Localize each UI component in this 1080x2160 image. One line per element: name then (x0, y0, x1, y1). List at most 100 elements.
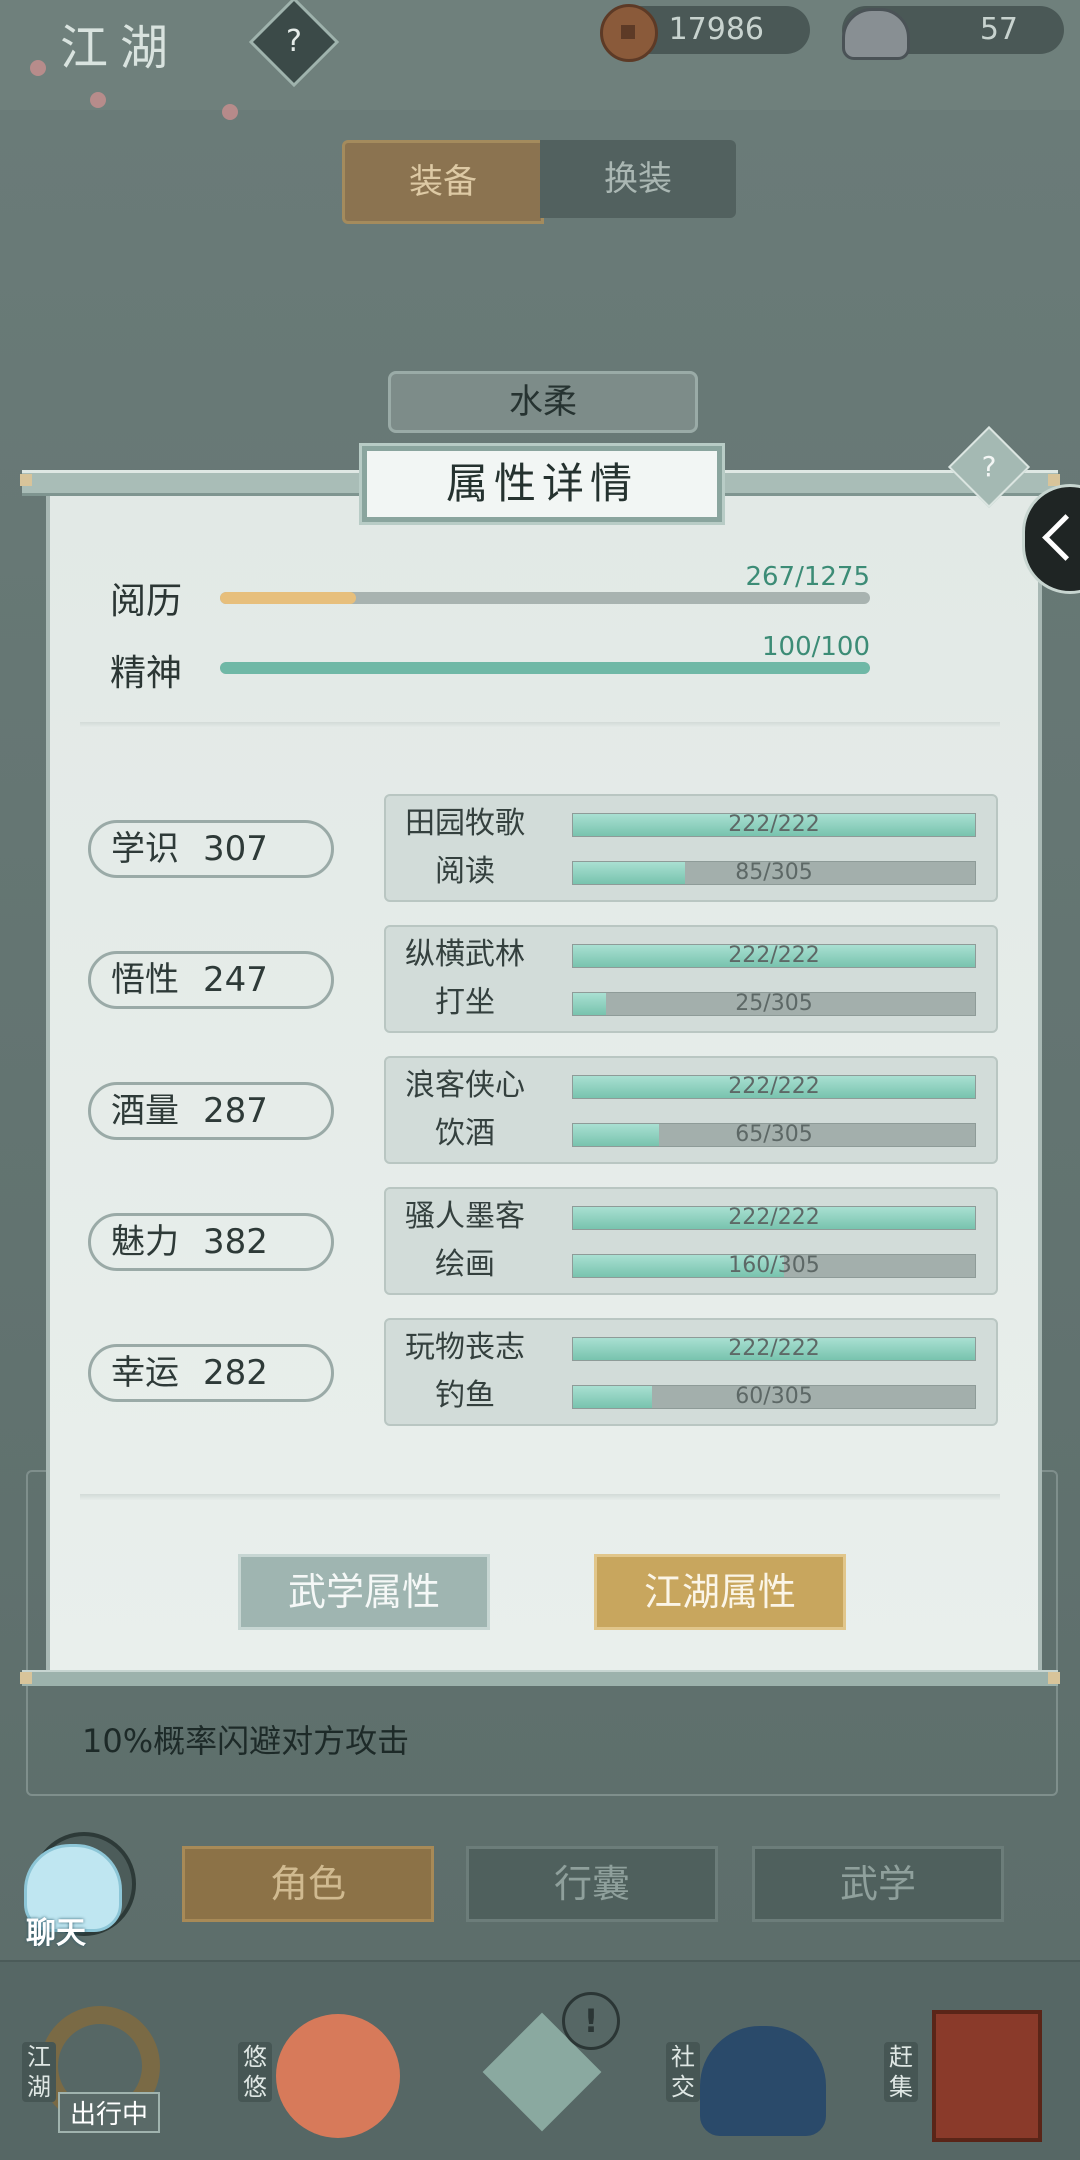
stat-value: 287 (203, 1091, 268, 1131)
skill-name: 浪客侠心 (405, 1068, 525, 1103)
rod-end (1048, 1672, 1060, 1684)
skill-row: 阅读 85/305 (386, 848, 996, 896)
stat-value: 247 (203, 960, 268, 1000)
stat-pill[interactable]: 悟性 247 (88, 951, 334, 1009)
skill-box: 骚人墨客 222/222 绘画 160/305 (384, 1187, 998, 1295)
copper-coin-icon (600, 4, 658, 62)
skill-row: 田园牧歌 222/222 (386, 800, 996, 848)
skill-row: 骚人墨客 222/222 (386, 1193, 996, 1241)
skill-value: 222/222 (728, 1336, 820, 1361)
nav-kungfu-button[interactable]: 武学 (752, 1846, 1004, 1922)
silver-currency[interactable]: 57 (842, 6, 1064, 60)
skill-name: 玩物丧志 (405, 1330, 525, 1365)
skill-value: 222/222 (728, 943, 820, 968)
divider (80, 722, 1000, 728)
skill-box: 田园牧歌 222/222 阅读 85/305 (384, 794, 998, 902)
chevron-left-icon (1042, 514, 1080, 561)
stat-pill[interactable]: 酒量 287 (88, 1082, 334, 1140)
skill-name: 骚人墨客 (405, 1199, 525, 1234)
skill-row: 浪客侠心 222/222 (386, 1062, 996, 1110)
copper-currency[interactable]: 17986 (600, 4, 810, 62)
skill-row: 玩物丧志 222/222 (386, 1324, 996, 1372)
blossom-icon (222, 104, 238, 120)
skill-description: 10%概率闪避对方攻击 (82, 1722, 410, 1760)
skill-bar: 85/305 (572, 861, 976, 885)
skill-name: 打坐 (435, 985, 495, 1020)
stat-name: 学识 (111, 829, 179, 869)
experience-value: 267/1275 (745, 562, 870, 592)
market-dock-icon[interactable] (932, 2010, 1042, 2142)
experience-label: 阅历 (110, 581, 183, 622)
skill-value: 60/305 (735, 1384, 813, 1409)
skill-bar: 222/222 (572, 1206, 976, 1230)
dock-label-market: 赶集 (884, 2042, 918, 2102)
jianghu-attributes-button[interactable]: 江湖属性 (594, 1554, 846, 1630)
skill-value: 160/305 (728, 1253, 820, 1278)
spirit-bar (220, 662, 870, 674)
skill-row: 纵横武林 222/222 (386, 931, 996, 979)
nav-role-button[interactable]: 角色 (182, 1846, 434, 1922)
spirit-value: 100/100 (761, 632, 870, 662)
experience-bar-fill (220, 592, 356, 604)
skill-value: 222/222 (728, 812, 820, 837)
skill-bar: 222/222 (572, 813, 976, 837)
character-name: 水柔 (388, 371, 698, 433)
youyou-dock-icon[interactable] (276, 2014, 400, 2138)
skill-name: 饮酒 (435, 1116, 495, 1151)
scroll-rod-bottom (22, 1670, 1058, 1686)
alert-icon: ! (562, 1992, 620, 2050)
experience-bar (220, 592, 870, 604)
question-icon: ? (981, 450, 997, 483)
stat-name: 魅力 (111, 1222, 179, 1262)
panel-title: 属性详情 (359, 443, 725, 525)
spirit-label: 精神 (110, 653, 183, 694)
skill-row: 打坐 25/305 (386, 979, 996, 1027)
stat-value: 282 (203, 1353, 268, 1393)
tab-change-outfit[interactable]: 换装 (540, 140, 736, 218)
skill-row: 钓鱼 60/305 (386, 1372, 996, 1420)
rod-end (1048, 474, 1060, 486)
skill-box: 玩物丧志 222/222 钓鱼 60/305 (384, 1318, 998, 1426)
social-dock-icon[interactable] (700, 2026, 826, 2136)
stat-value: 307 (203, 829, 268, 869)
skill-value: 65/305 (735, 1122, 813, 1147)
spirit-bar-fill (220, 662, 870, 674)
stat-pill[interactable]: 魅力 382 (88, 1213, 334, 1271)
skill-bar: 25/305 (572, 992, 976, 1016)
dock-label-social: 社交 (666, 2042, 700, 2102)
blossom-icon (30, 60, 46, 76)
skill-bar: 222/222 (572, 1075, 976, 1099)
skill-name: 绘画 (435, 1247, 495, 1282)
nav-bag-button[interactable]: 行囊 (466, 1846, 718, 1922)
tab-equip[interactable]: 装备 (342, 140, 544, 224)
rod-end (20, 474, 32, 486)
chat-button-label[interactable]: 聊天 (26, 1908, 86, 1952)
dock-label-youyou: 悠悠 (238, 2042, 272, 2102)
rod-end (20, 1672, 32, 1684)
copper-amount: 17986 (668, 12, 764, 47)
stat-value: 382 (203, 1222, 268, 1262)
skill-name: 田园牧歌 (405, 806, 525, 841)
skill-bar: 60/305 (572, 1385, 976, 1409)
skill-name: 阅读 (435, 854, 495, 889)
stat-name: 悟性 (111, 960, 179, 1000)
page-title: 江湖 (60, 20, 181, 76)
stat-name: 幸运 (111, 1353, 179, 1393)
skill-value: 222/222 (728, 1205, 820, 1230)
skill-bar: 65/305 (572, 1123, 976, 1147)
skill-bar: 222/222 (572, 944, 976, 968)
martial-attributes-button[interactable]: 武学属性 (238, 1554, 490, 1630)
skill-row: 绘画 160/305 (386, 1241, 996, 1289)
skill-row: 饮酒 65/305 (386, 1110, 996, 1158)
silver-amount: 57 (979, 12, 1018, 47)
blossom-icon (90, 92, 106, 108)
dock-label-jianghu: 江湖 (22, 2042, 56, 2102)
skill-name: 钓鱼 (435, 1378, 495, 1413)
stat-pill[interactable]: 学识 307 (88, 820, 334, 878)
stat-pill[interactable]: 幸运 282 (88, 1344, 334, 1402)
stat-name: 酒量 (111, 1091, 179, 1131)
skill-bar: 160/305 (572, 1254, 976, 1278)
divider (80, 1494, 1000, 1500)
question-icon: ? (286, 24, 302, 59)
silver-ingot-icon (842, 8, 910, 60)
